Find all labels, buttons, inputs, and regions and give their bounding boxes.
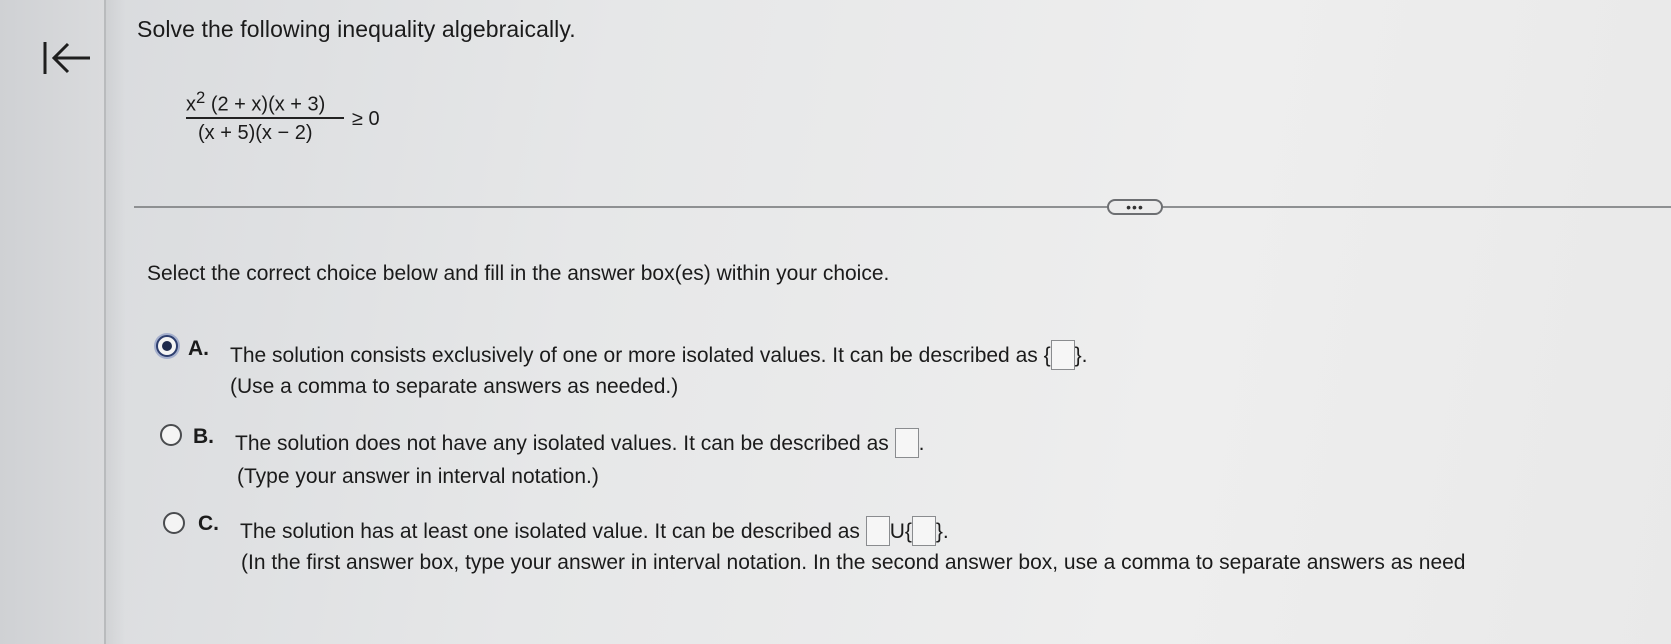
choice-b-answer-box[interactable] [894, 428, 919, 458]
choice-b-letter: B. [193, 425, 214, 448]
choice-a-line1: The solution consists exclusively of one… [230, 340, 1087, 370]
choice-c-union: U{ [889, 520, 912, 543]
choice-c-close-brace: }. [935, 520, 949, 543]
fraction-numerator: x2 (2 + x)(x + 3) [186, 88, 325, 117]
choice-a-close-brace: }. [1074, 344, 1088, 367]
choice-a-answer-box[interactable] [1050, 340, 1075, 370]
more-options-button[interactable]: ••• [1107, 199, 1163, 215]
left-sidebar [0, 0, 104, 644]
inequality-relation: ≥ 0 [352, 108, 380, 130]
choice-c-interval-box[interactable] [865, 516, 890, 546]
numerator-base: x [186, 93, 196, 116]
choice-b-line1: The solution does not have any isolated … [235, 428, 924, 458]
choice-c-text: The solution has at least one isolated v… [240, 520, 866, 543]
choice-c-letter: C. [198, 512, 219, 535]
section-divider [134, 206, 1671, 208]
choice-a-letter: A. [188, 337, 209, 360]
numerator-factors: (2 + x)(x + 3) [210, 93, 326, 116]
choice-c-radio[interactable] [163, 512, 185, 534]
question-prompt: Solve the following inequality algebraic… [137, 16, 576, 42]
choice-c-hint: (In the first answer box, type your answ… [241, 551, 1466, 574]
sidebar-shadow [106, 0, 126, 644]
choice-a-radio[interactable] [156, 335, 178, 357]
choice-b-text: The solution does not have any isolated … [235, 432, 895, 455]
fraction-denominator: (x + 5)(x − 2) [198, 122, 313, 144]
numerator-exponent: 2 [196, 88, 206, 107]
choice-a-hint: (Use a comma to separate answers as need… [230, 375, 679, 398]
instruction-text: Select the correct choice below and fill… [147, 262, 890, 285]
choice-c-line1: The solution has at least one isolated v… [240, 516, 949, 546]
fraction-bar [186, 117, 344, 119]
choice-a-open-brace: { [1043, 344, 1051, 367]
choice-c-values-box[interactable] [911, 516, 936, 546]
choice-a-text: The solution consists exclusively of one… [230, 344, 1044, 367]
choice-b-hint: (Type your answer in interval notation.) [237, 465, 599, 488]
choice-b-period: . [918, 432, 925, 455]
choice-b-radio[interactable] [160, 424, 182, 446]
first-page-arrow-icon[interactable] [38, 36, 94, 80]
